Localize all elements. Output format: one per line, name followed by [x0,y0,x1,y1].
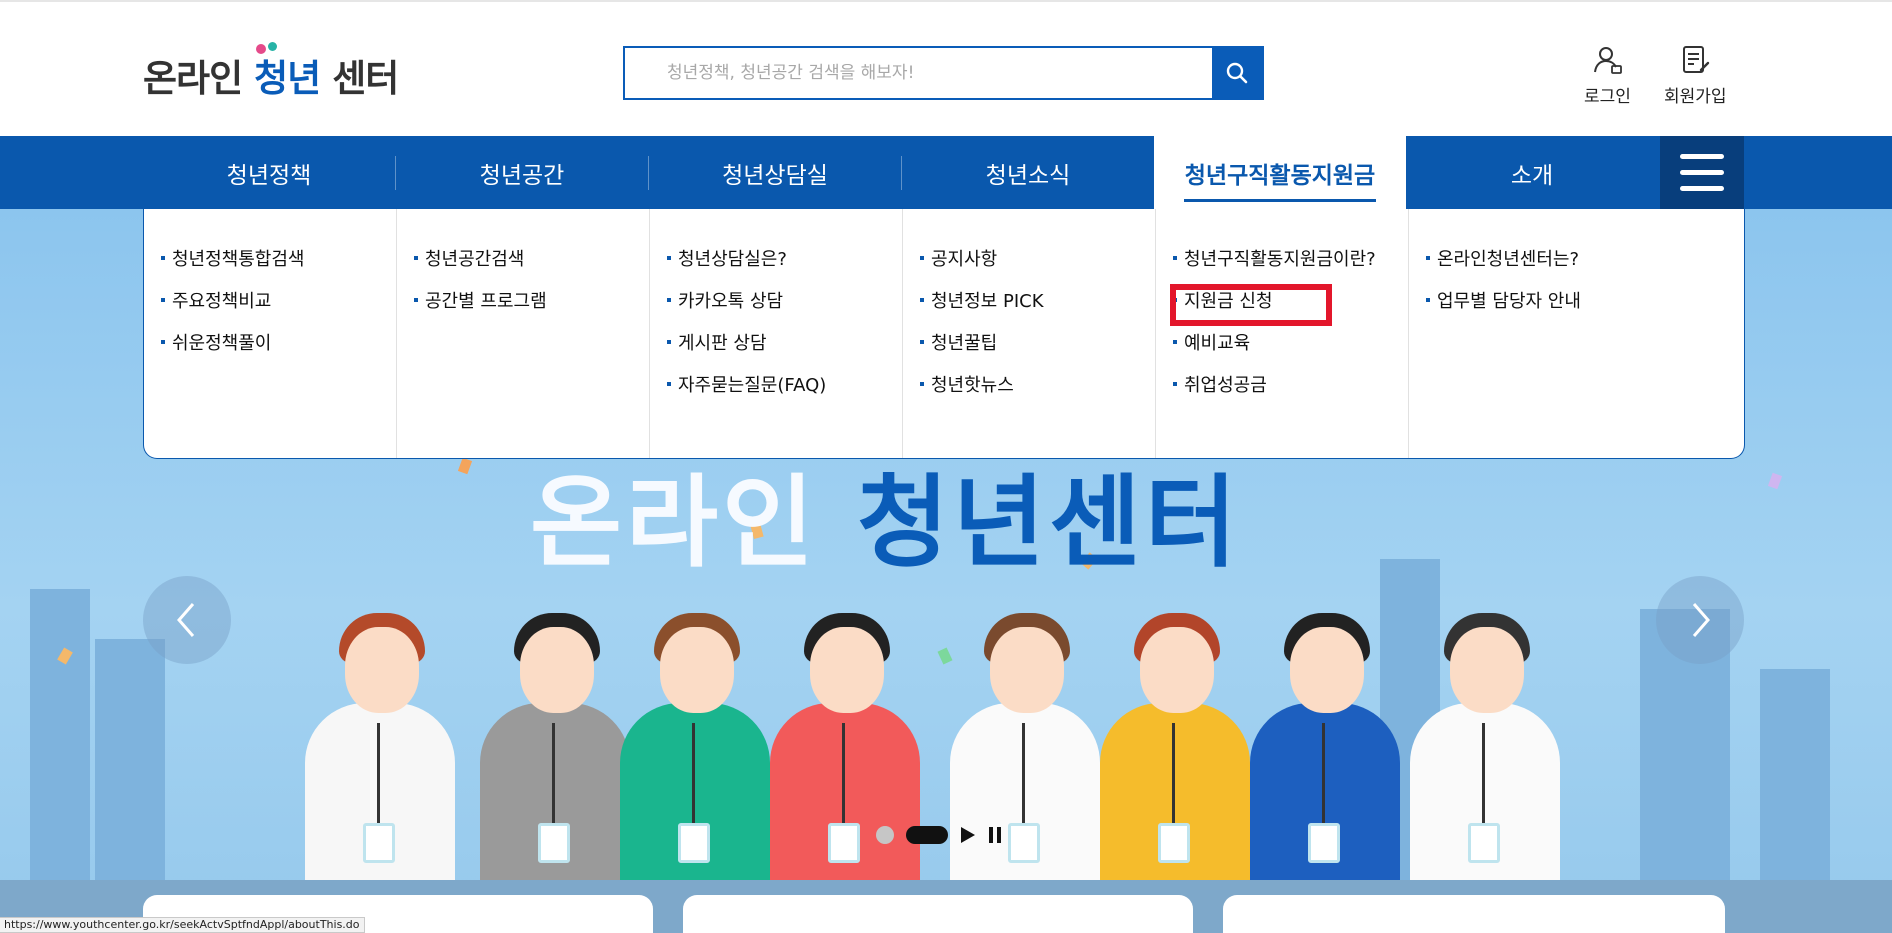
magnifier-icon [1226,62,1248,84]
browser-status-url: https://www.youthcenter.go.kr/seekActvSp… [0,917,365,933]
menu-link[interactable]: 자주묻는질문(FAQ) [667,363,902,405]
nav-item-space[interactable]: 청년공간 [396,136,648,209]
hero-title: 온라인 청년센터 [530,441,1241,586]
menu-link[interactable]: 청년핫뉴스 [920,363,1155,405]
logo-suffix: 센터 [332,57,399,100]
menu-link[interactable]: 청년상담실은? [667,237,902,279]
site-logo[interactable]: 온라인 청년 센터 [143,42,399,102]
menu-column-job-support: 청년구직활동지원금이란? 지원금 신청 예비교육 취업성공금 [1156,209,1409,458]
menu-column-policy: 청년정책통합검색 주요정책비교 쉬운정책풀이 [144,209,397,458]
pause-icon[interactable] [988,826,1002,844]
menu-link[interactable]: 청년정책통합검색 [161,237,396,279]
slide-dot[interactable] [876,826,894,844]
menu-link[interactable]: 쉬운정책풀이 [161,321,396,363]
hero-title-left: 온라인 [530,464,818,581]
menu-link[interactable]: 카카오톡 상담 [667,279,902,321]
nav-label: 청년구직활동지원금 [1184,162,1376,189]
join-label: 회원가입 [1664,87,1727,107]
confetti [457,457,473,475]
play-icon[interactable] [960,826,976,844]
nav-label: 청년공간 [479,162,565,189]
nav-label: 소개 [1510,162,1554,189]
search-button[interactable] [1212,48,1262,98]
search-input[interactable] [625,48,1212,98]
menu-link[interactable]: 공간별 프로그램 [414,279,649,321]
menu-bar [1680,186,1724,191]
slide-prev-button[interactable] [143,576,231,664]
slide-next-button[interactable] [1656,576,1744,664]
logo-accent: 청년 [254,42,321,102]
login-label: 로그인 [1584,87,1631,107]
menu-link[interactable]: 온라인청년센터는? [1426,237,1662,279]
document-edit-icon [1683,46,1710,73]
menu-column-space: 청년공간검색 공간별 프로그램 [397,209,650,458]
join-link[interactable]: 회원가입 [1664,44,1727,107]
quick-card[interactable] [683,895,1193,933]
nav-label: 청년정책 [226,162,312,189]
nav-item-news[interactable]: 청년소식 [902,136,1154,209]
nav-item-about[interactable]: 소개 [1406,136,1658,209]
search-box [623,46,1264,100]
login-link[interactable]: 로그인 [1584,44,1631,107]
nav-item-job-support[interactable]: 청년구직활동지원금 [1154,136,1406,209]
chevron-right-icon [1692,603,1710,637]
nav-label: 청년상담실 [722,162,828,189]
nav-item-counsel[interactable]: 청년상담실 [649,136,901,209]
user-icon [1594,47,1623,74]
menu-column-counsel: 청년상담실은? 카카오톡 상담 게시판 상담 자주묻는질문(FAQ) [650,209,903,458]
slide-pager [876,826,1002,844]
menu-column-about: 온라인청년센터는? 업무별 담당자 안내 [1409,209,1662,458]
confetti [1767,472,1783,490]
mega-menu: 청년정책통합검색 주요정책비교 쉬운정책풀이 청년공간검색 공간별 프로그램 청… [143,209,1745,459]
menu-bar [1680,170,1724,175]
main-nav: 청년정책 청년공간 청년상담실 청년소식 청년구직활동지원금 소개 [0,136,1892,209]
menu-link[interactable]: 청년공간검색 [414,237,649,279]
logo-prefix: 온라인 [143,57,243,100]
menu-link[interactable]: 청년구직활동지원금이란? [1173,237,1408,279]
menu-link[interactable]: 업무별 담당자 안내 [1426,279,1662,321]
menu-link[interactable]: 취업성공금 [1173,363,1408,405]
menu-link[interactable]: 청년꿀팁 [920,321,1155,363]
site-header: 온라인 청년 센터 로그인 회원가입 [0,2,1892,136]
quick-card[interactable] [1223,895,1725,933]
menu-link-apply-highlighted[interactable]: 지원금 신청 [1170,279,1408,326]
menu-link[interactable]: 예비교육 [1173,321,1408,363]
menu-link[interactable]: 공지사항 [920,237,1155,279]
menu-bar [1680,154,1724,159]
hero-title-right: 청년센터 [856,464,1241,581]
menu-column-news: 공지사항 청년정보 PICK 청년꿀팁 청년핫뉴스 [903,209,1156,458]
chevron-left-icon [177,603,195,637]
nav-item-policy[interactable]: 청년정책 [143,136,395,209]
slide-dot-active[interactable] [906,826,948,844]
menu-link[interactable]: 청년정보 PICK [920,279,1155,321]
menu-link[interactable]: 주요정책비교 [161,279,396,321]
hamburger-icon[interactable] [1660,136,1744,209]
nav-label: 청년소식 [985,162,1071,189]
menu-link[interactable]: 게시판 상담 [667,321,902,363]
